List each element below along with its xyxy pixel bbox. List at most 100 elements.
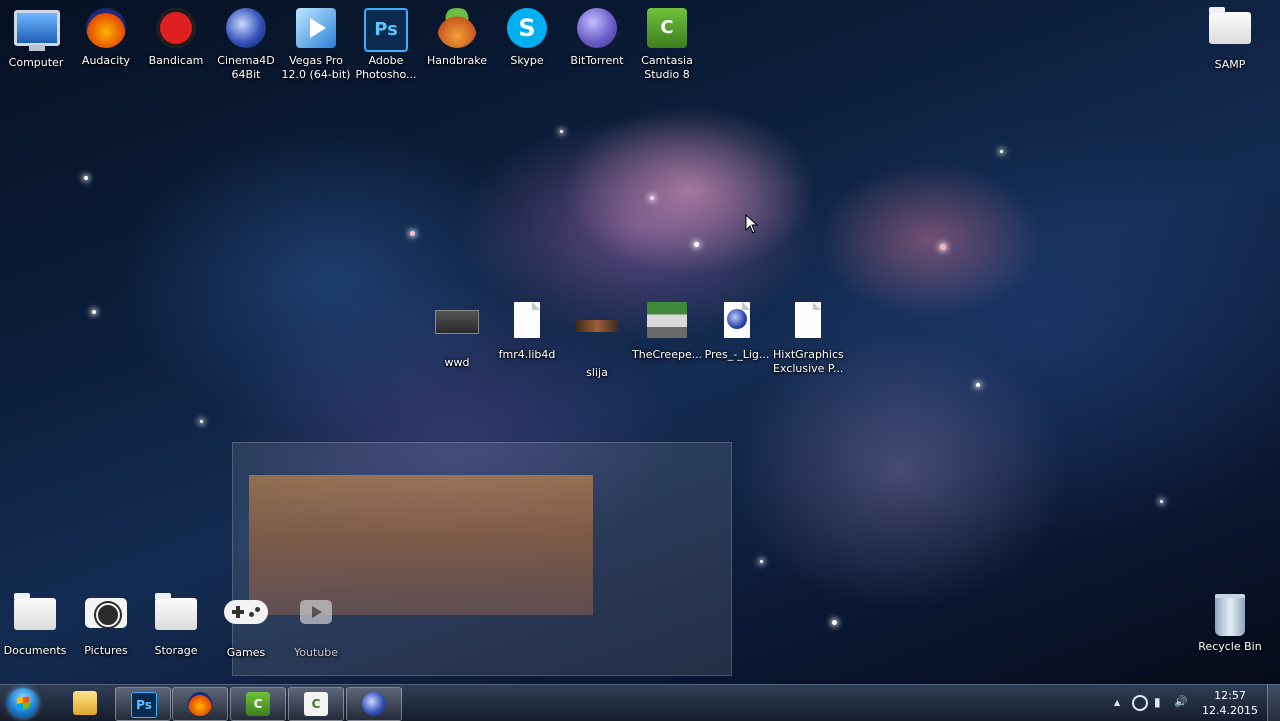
desktop-icon-samp[interactable]: SAMP xyxy=(1195,4,1265,72)
folder-icon xyxy=(13,593,57,642)
desktop[interactable]: Computer Audacity Bandicam Cinema4D 64Bi… xyxy=(0,0,1280,684)
desktop-icon-hixtgraphics[interactable]: HixtGraphics Exclusive P... xyxy=(773,298,844,376)
photoshop-icon: Ps xyxy=(131,692,157,718)
star xyxy=(1000,150,1003,153)
desktop-icon-audacity[interactable]: Audacity xyxy=(71,4,141,68)
desktop-icon-cinema4d[interactable]: Cinema4D 64Bit xyxy=(211,4,281,82)
bandicam-icon xyxy=(154,8,198,52)
icon-label-line1: Camtasia xyxy=(641,54,693,67)
taskbar-camtasia[interactable]: C xyxy=(230,687,286,721)
icon-label: Games xyxy=(226,646,266,659)
icon-label-line2: 64Bit xyxy=(231,68,261,81)
gamepad-icon xyxy=(224,600,268,644)
star xyxy=(92,310,96,314)
desktop-icon-computer[interactable]: Computer xyxy=(1,4,71,70)
show-hidden-icons-arrow-icon[interactable]: ▲ xyxy=(1114,698,1120,707)
desktop-icon-handbrake[interactable]: Handbrake xyxy=(422,4,492,68)
camtasia-icon: C xyxy=(246,692,270,716)
camera-icon xyxy=(84,598,128,642)
network-icon[interactable]: ▮ xyxy=(1154,695,1161,709)
cinema4d-icon xyxy=(224,8,268,52)
volume-icon[interactable]: 🔊 xyxy=(1174,695,1188,708)
desktop-icon-fmr4[interactable]: fmr4.lib4d xyxy=(492,298,562,362)
icon-label-line1: Adobe xyxy=(368,54,404,67)
desktop-icon-documents[interactable]: Documents xyxy=(0,590,70,658)
taskbar-cinema4d[interactable] xyxy=(346,687,402,721)
star xyxy=(560,130,563,133)
bittorrent-tray-icon[interactable] xyxy=(1132,695,1148,711)
star xyxy=(84,176,88,180)
icon-label: Documents xyxy=(3,644,67,657)
icon-label: wwd xyxy=(444,356,470,369)
icon-label: SAMP xyxy=(1214,58,1246,71)
bittorrent-icon xyxy=(575,8,619,52)
star xyxy=(200,420,203,423)
desktop-icon-games[interactable]: Games xyxy=(211,590,281,660)
clock-time: 12:57 xyxy=(1214,689,1246,702)
clock-date: 12.4.2015 xyxy=(1202,704,1258,717)
desktop-icon-vegas-pro[interactable]: Vegas Pro 12.0 (64-bit) xyxy=(281,4,351,82)
icon-label: Bandicam xyxy=(148,54,204,67)
desktop-icon-pres-lig[interactable]: Pres_-_Lig... xyxy=(702,298,772,362)
audacity-icon xyxy=(188,692,212,716)
icon-label: Storage xyxy=(154,644,198,657)
desktop-icon-thecreeper[interactable]: TheCreepe... xyxy=(632,298,702,362)
cinema4d-file-icon xyxy=(715,302,759,346)
cinema4d-icon xyxy=(362,692,386,716)
computer-icon xyxy=(14,10,60,54)
icon-label: slija xyxy=(586,366,608,379)
icon-label: Skype xyxy=(510,54,544,67)
start-button[interactable] xyxy=(8,688,38,718)
icon-label: Handbrake xyxy=(427,54,487,67)
folder-icon xyxy=(73,691,97,715)
camtasia-icon: C xyxy=(304,692,328,716)
icon-label: Pres_-_Lig... xyxy=(704,348,770,361)
recycle-bin-icon xyxy=(1208,594,1252,638)
image-file-icon xyxy=(645,302,689,346)
desktop-icon-slija[interactable]: slija xyxy=(562,298,632,380)
star xyxy=(976,383,980,387)
desktop-icon-photoshop[interactable]: Ps Adobe Photosho... xyxy=(351,4,421,82)
folder-icon xyxy=(154,593,198,642)
clock[interactable]: 12:57 12.4.2015 xyxy=(1202,688,1258,718)
icon-label-line2: Exclusive P... xyxy=(773,362,844,375)
taskbar-photoshop[interactable]: Ps xyxy=(115,687,171,721)
taskbar-audacity[interactable] xyxy=(172,687,228,721)
icon-label: BitTorrent xyxy=(570,54,624,67)
desktop-icon-bandicam[interactable]: Bandicam xyxy=(141,4,211,68)
youtube-icon xyxy=(294,600,338,644)
skype-icon: S xyxy=(505,8,549,52)
image-file-icon xyxy=(575,320,619,364)
camtasia-icon: C xyxy=(645,8,689,52)
photoshop-icon: Ps xyxy=(364,8,408,52)
desktop-icon-recycle-bin[interactable]: Recycle Bin xyxy=(1195,590,1265,654)
star xyxy=(832,620,837,625)
show-desktop-button[interactable] xyxy=(1267,685,1280,721)
mouse-cursor xyxy=(745,214,759,234)
icon-label-line1: Vegas Pro xyxy=(289,54,343,67)
star xyxy=(940,244,946,250)
desktop-icon-skype[interactable]: S Skype xyxy=(492,4,562,68)
star xyxy=(694,242,699,247)
desktop-icon-wwd[interactable]: wwd xyxy=(422,298,492,370)
file-icon xyxy=(786,302,830,346)
taskbar-explorer[interactable] xyxy=(58,687,112,719)
icon-label-line2: 12.0 (64-bit) xyxy=(281,68,351,81)
file-icon xyxy=(505,302,549,346)
star xyxy=(1160,500,1163,503)
star xyxy=(410,231,415,236)
icon-label-line2: Studio 8 xyxy=(644,68,690,81)
taskbar-camtasia-recorder[interactable]: C xyxy=(288,687,344,721)
desktop-icon-bittorrent[interactable]: BitTorrent xyxy=(562,4,632,68)
icon-label: Youtube xyxy=(294,646,338,659)
taskbar: Ps C C ▲ ▮ 🔊 12:57 12.4.2015 xyxy=(0,684,1280,721)
icon-label-line1: HixtGraphics xyxy=(773,348,844,361)
desktop-icon-camtasia[interactable]: C Camtasia Studio 8 xyxy=(632,4,702,82)
icon-label: Pictures xyxy=(84,644,128,657)
star xyxy=(760,560,763,563)
desktop-icon-youtube[interactable]: Youtube xyxy=(281,590,351,660)
desktop-icon-pictures[interactable]: Pictures xyxy=(71,590,141,658)
desktop-icon-storage[interactable]: Storage xyxy=(141,590,211,658)
icon-label: Recycle Bin xyxy=(1198,640,1262,653)
image-file-icon xyxy=(435,310,479,354)
